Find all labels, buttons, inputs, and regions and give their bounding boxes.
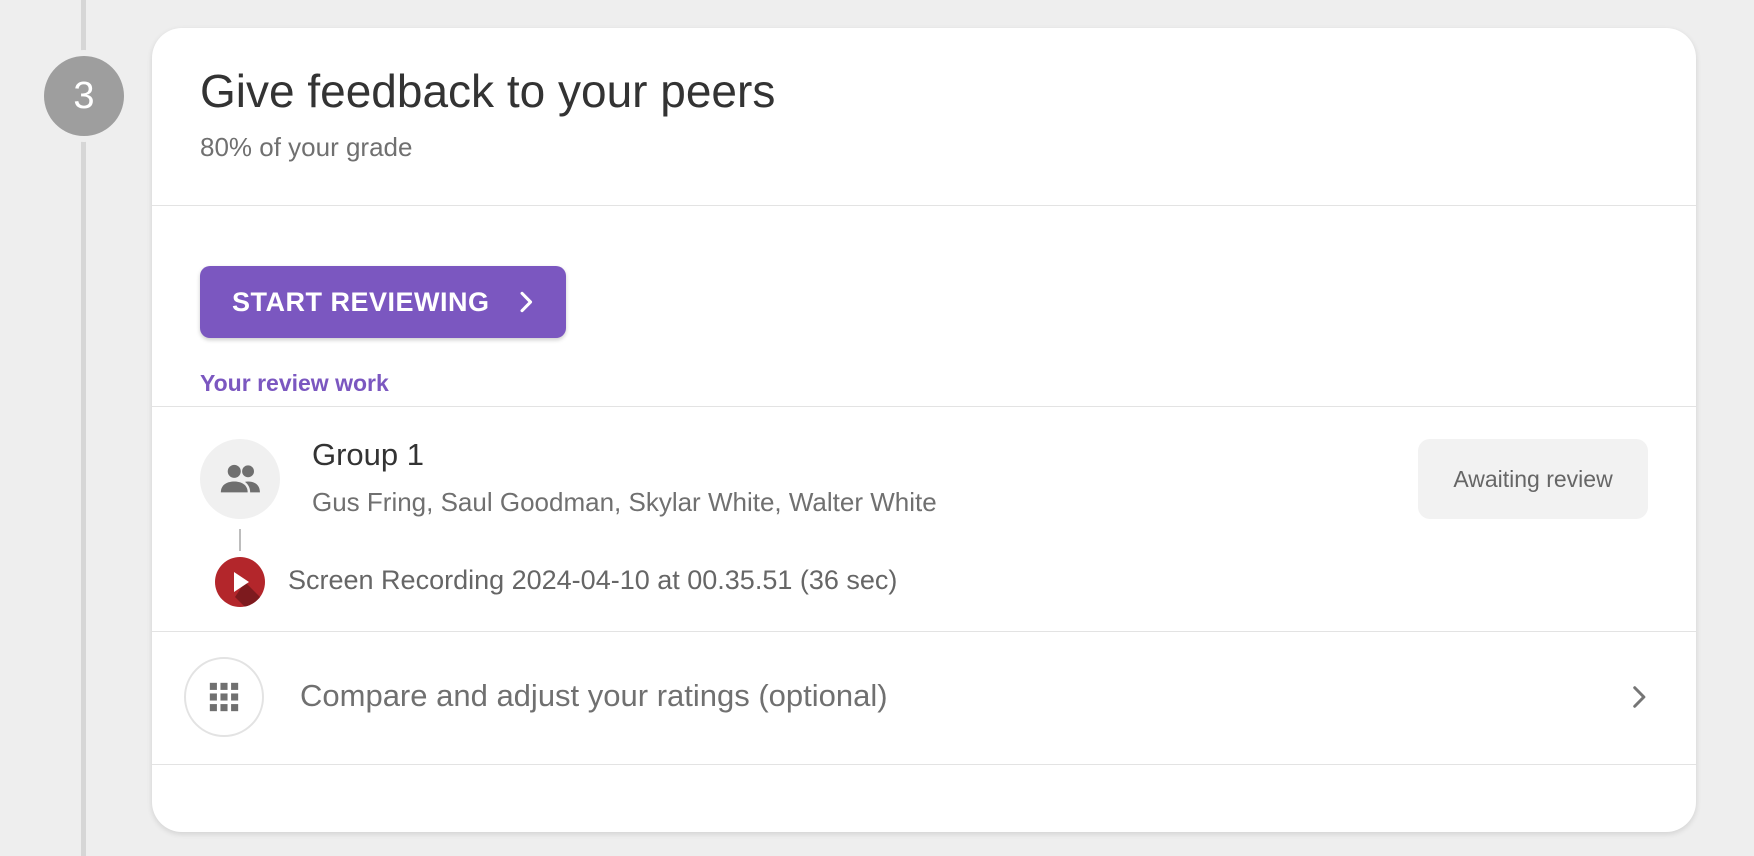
peer-feedback-card: Give feedback to your peers 80% of your … bbox=[152, 28, 1696, 832]
group-members: Gus Fring, Saul Goodman, Skylar White, W… bbox=[312, 487, 937, 517]
grade-weight: 80% of your grade bbox=[200, 132, 413, 162]
start-reviewing-button[interactable]: START REVIEWING bbox=[200, 266, 566, 338]
group-review-item: Group 1 Gus Fring, Saul Goodman, Skylar … bbox=[152, 407, 1696, 632]
grid-apps-icon bbox=[209, 682, 239, 712]
video-play-icon bbox=[215, 557, 265, 607]
status-badge: Awaiting review bbox=[1418, 439, 1648, 519]
start-reviewing-label: START REVIEWING bbox=[232, 286, 490, 317]
group-avatar bbox=[200, 439, 280, 519]
submission-title[interactable]: Screen Recording 2024-04-10 at 00.35.51 … bbox=[288, 565, 897, 596]
compare-ratings-label: Compare and adjust your ratings (optiona… bbox=[300, 678, 888, 713]
compare-icon-container bbox=[184, 657, 264, 737]
chevron-right-icon bbox=[520, 291, 533, 313]
compare-ratings-row[interactable]: Compare and adjust your ratings (optiona… bbox=[152, 632, 1696, 765]
your-review-work-link[interactable]: Your review work bbox=[200, 370, 389, 397]
chevron-right-icon bbox=[1633, 686, 1646, 708]
page: 3 Give feedback to your peers 80% of you… bbox=[0, 0, 1754, 856]
review-actions: START REVIEWING Your review work bbox=[152, 206, 1696, 407]
card-header: Give feedback to your peers 80% of your … bbox=[152, 28, 1696, 206]
step-number-badge: 3 bbox=[44, 56, 124, 136]
group-name: Group 1 bbox=[312, 437, 425, 472]
group-people-icon bbox=[220, 464, 260, 493]
submission-connector bbox=[239, 529, 241, 551]
page-title: Give feedback to your peers bbox=[200, 65, 776, 117]
